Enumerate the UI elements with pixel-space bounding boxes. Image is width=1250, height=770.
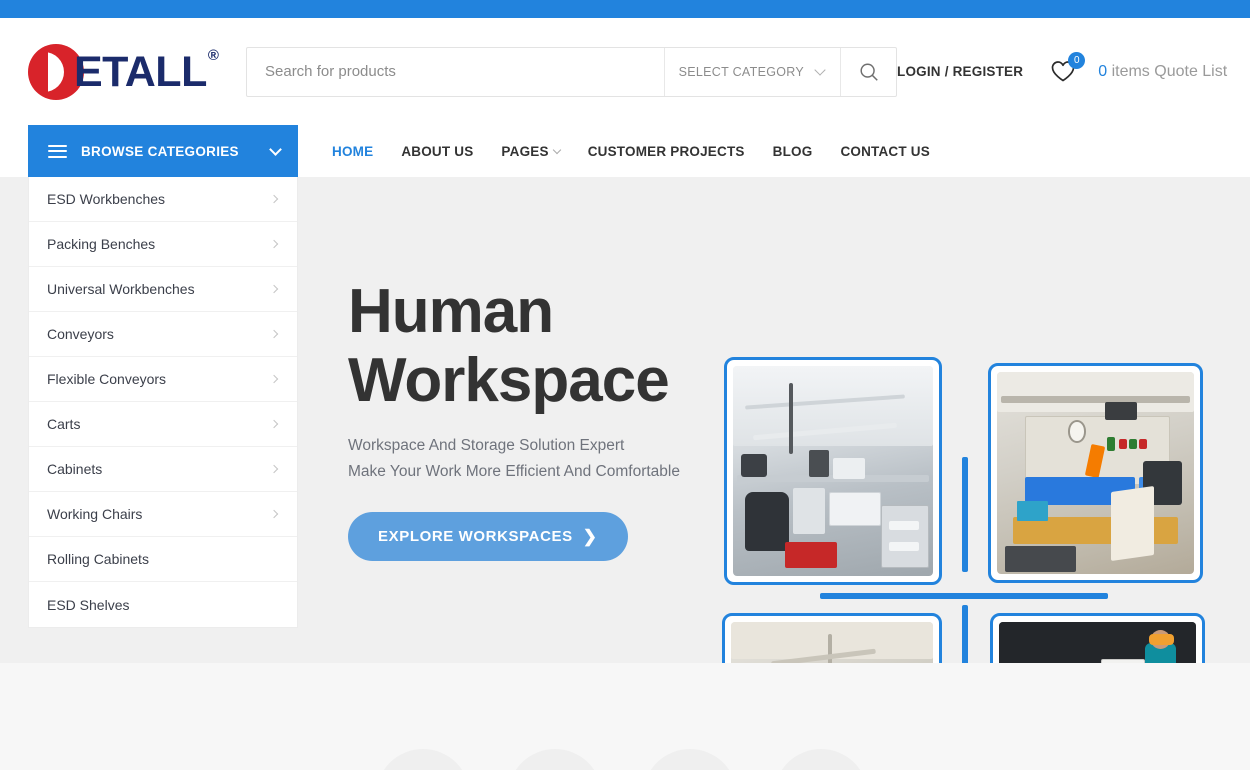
wishlist-count-badge: 0 [1068,51,1086,69]
nav-label: BLOG [772,143,813,159]
sidebar-item-label: ESD Workbenches [47,191,166,207]
sidebar-item-working-chairs[interactable]: Working Chairs [29,492,297,537]
top-accent-bar [0,0,1250,18]
blob-icon-3 [643,749,737,770]
nav-label: PAGES [501,143,549,159]
quote-list-link[interactable]: 0 items Quote List [1098,63,1227,81]
hero-subtitle-line-1: Workspace And Storage Solution Expert [348,437,625,455]
explore-workspaces-label: EXPLORE WORKSPACES [378,527,573,545]
sidebar-item-label: Flexible Conveyors [47,371,167,387]
navigation-bar: BROWSE CATEGORIES HOME ABOUT US PAGES CU… [0,125,1250,177]
chevron-right-icon: ❯ [582,526,598,546]
search-bar: SELECT CATEGORY [246,46,897,97]
hero-image-top-left[interactable] [724,357,942,585]
browse-categories-button[interactable]: BROWSE CATEGORIES [28,125,298,177]
sidebar-item-carts[interactable]: Carts [29,402,297,447]
search-icon [859,62,878,81]
sidebar-item-universal-workbenches[interactable]: Universal Workbenches [29,267,297,312]
site-logo[interactable]: ETALL ® [28,43,219,100]
hero-subtitle-line-2: Make Your Work More Efficient And Comfor… [348,462,680,480]
category-select[interactable]: SELECT CATEGORY [663,47,840,96]
quote-list-label: items Quote List [1111,62,1228,80]
sidebar-item-label: Conveyors [47,326,114,342]
hamburger-icon [48,141,67,161]
sidebar-item-flexible-conveyors[interactable]: Flexible Conveyors [29,357,297,402]
features-band [0,663,1250,770]
chevron-right-icon [269,419,279,429]
page-body: ESD Workbenches Packing Benches Universa… [0,177,1250,770]
browse-categories-label: BROWSE CATEGORIES [81,143,239,159]
hero-photo-packing-bench [997,372,1194,574]
sidebar-item-label: Packing Benches [47,236,156,252]
sidebar-item-esd-shelves[interactable]: ESD Shelves [29,582,297,627]
sidebar-item-label: Cabinets [47,461,103,477]
chevron-right-icon [269,374,279,384]
chevron-right-icon [269,329,279,339]
quote-list-count: 0 [1098,62,1108,80]
grid-divider-vertical-top [962,457,968,572]
site-header: ETALL ® SELECT CATEGORY LOGIN / REGISTER… [0,18,1250,125]
nav-item-customer-projects[interactable]: CUSTOMER PROJECTS [574,144,759,159]
nav-label: CONTACT US [840,143,930,159]
registered-trademark-symbol: ® [207,46,219,64]
sidebar-item-packing-benches[interactable]: Packing Benches [29,222,297,267]
main-menu: HOME ABOUT US PAGES CUSTOMER PROJECTS BL… [298,125,944,177]
sidebar-item-label: Carts [47,416,81,432]
sidebar-item-label: Universal Workbenches [47,281,195,297]
sidebar-item-label: Working Chairs [47,506,143,522]
blob-icon-4 [774,749,868,770]
nav-label: ABOUT US [401,143,474,159]
logo-wordmark: ETALL [74,47,207,96]
chevron-down-icon [814,63,826,76]
grid-divider-horizontal-right [963,593,1108,599]
hero-image-top-right[interactable] [988,363,1203,583]
category-select-label: SELECT CATEGORY [678,64,804,79]
nav-item-home[interactable]: HOME [318,144,387,159]
nav-label: HOME [332,143,374,159]
header-actions: LOGIN / REGISTER 0 0 items Quote List [897,51,1227,85]
chevron-down-icon [552,145,561,154]
login-register-link[interactable]: LOGIN / REGISTER [897,64,1023,79]
category-sidebar: ESD Workbenches Packing Benches Universa… [28,177,298,628]
nav-item-pages[interactable]: PAGES [487,144,573,159]
blob-icon-2 [508,749,602,770]
chevron-right-icon [269,464,279,474]
chevron-down-icon [269,142,282,156]
nav-item-contact-us[interactable]: CONTACT US [826,144,944,159]
search-submit-button[interactable] [840,47,896,96]
hero-copy: Human Workspace Workspace And Storage So… [298,277,698,561]
chevron-right-icon [269,239,279,249]
sidebar-item-label: ESD Shelves [47,596,130,613]
sidebar-item-conveyors[interactable]: Conveyors [29,312,297,357]
hero-title-line-1: Human [348,276,554,346]
hero-photo-esd-lab [733,366,933,576]
chevron-right-icon [269,194,279,204]
sidebar-item-rolling-cabinets[interactable]: Rolling Cabinets [29,537,297,582]
blob-icon-1 [376,749,470,770]
sidebar-item-cabinets[interactable]: Cabinets [29,447,297,492]
nav-item-blog[interactable]: BLOG [759,144,827,159]
explore-workspaces-button[interactable]: EXPLORE WORKSPACES ❯ [348,511,628,561]
search-input[interactable] [247,47,664,96]
chevron-right-icon [269,284,279,294]
sidebar-item-label: Rolling Cabinets [47,551,149,567]
sidebar-item-esd-workbenches[interactable]: ESD Workbenches [29,177,297,222]
nav-label: CUSTOMER PROJECTS [587,143,745,159]
chevron-right-icon [269,509,279,519]
hero-title-line-2: Workspace [348,345,670,415]
wishlist-button[interactable]: 0 [1050,51,1086,85]
nav-item-about-us[interactable]: ABOUT US [387,144,487,159]
